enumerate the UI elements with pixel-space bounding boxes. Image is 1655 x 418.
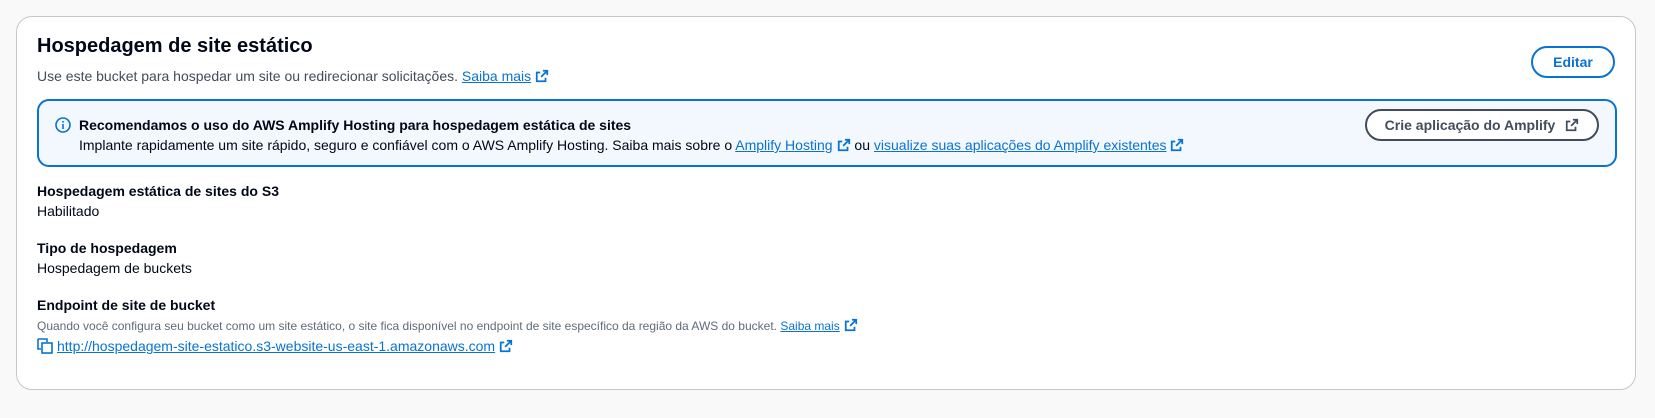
create-amplify-app-button[interactable]: Crie aplicação do Amplify <box>1365 109 1599 141</box>
alert-title: Recomendamos o uso do AWS Amplify Hostin… <box>79 117 632 133</box>
panel-description: Use este bucket para hospedar um site ou… <box>37 66 1615 86</box>
endpoint-description: Quando você configura seu bucket como um… <box>37 318 858 334</box>
endpoint-learn-more-link[interactable]: Saiba mais <box>780 319 839 333</box>
external-link-icon[interactable] <box>844 318 858 332</box>
hosting-type-value: Hospedagem de buckets <box>37 260 192 276</box>
endpoint-url-row: http://hospedagem-site-estatico.s3-websi… <box>37 336 858 356</box>
hosting-type-label: Tipo de hospedagem <box>37 240 177 256</box>
alert-body: Recomendamos o uso do AWS Amplify Hostin… <box>79 115 1184 155</box>
static-hosting-field: Hospedagem estática de sites do S3 Habil… <box>37 181 279 221</box>
static-hosting-panel: Hospedagem de site estático Use este buc… <box>16 16 1636 390</box>
static-hosting-value: Habilitado <box>37 203 100 219</box>
alert-text: Implante rapidamente um site rápido, seg… <box>79 135 1184 155</box>
alert-text-or: ou <box>854 137 870 153</box>
panel-description-text: Use este bucket para hospedar um site ou… <box>37 68 458 84</box>
copy-icon[interactable] <box>37 338 53 354</box>
alert-text-prefix: Implante rapidamente um site rápido, seg… <box>79 137 733 153</box>
static-hosting-label: Hospedagem estática de sites do S3 <box>37 183 279 199</box>
learn-more-link[interactable]: Saiba mais <box>462 68 531 84</box>
external-link-icon[interactable] <box>499 339 513 353</box>
endpoint-description-text: Quando você configura seu bucket como um… <box>37 319 777 333</box>
endpoint-field: Endpoint de site de bucket Quando você c… <box>37 295 858 356</box>
amplify-apps-link[interactable]: visualize suas aplicações do Amplify exi… <box>874 137 1167 153</box>
info-icon <box>55 117 71 133</box>
edit-button[interactable]: Editar <box>1531 46 1615 78</box>
panel-header: Hospedagem de site estático Use este buc… <box>37 32 1615 86</box>
amplify-hosting-link[interactable]: Amplify Hosting <box>735 137 832 153</box>
learn-more-label: Saiba mais <box>461 68 532 84</box>
create-amplify-app-label: Crie aplicação do Amplify <box>1384 117 1556 133</box>
external-link-icon[interactable] <box>837 138 851 152</box>
hosting-type-field: Tipo de hospedagem Hospedagem de buckets <box>37 238 192 278</box>
panel-title: Hospedagem de site estático <box>37 35 313 57</box>
amplify-info-alert: Recomendamos o uso do AWS Amplify Hostin… <box>37 99 1617 167</box>
external-link-icon <box>1566 118 1579 132</box>
endpoint-label: Endpoint de site de bucket <box>37 297 216 313</box>
external-link-icon[interactable] <box>1170 138 1184 152</box>
external-link-icon[interactable] <box>535 69 549 83</box>
endpoint-url-link[interactable]: http://hospedagem-site-estatico.s3-websi… <box>57 338 495 354</box>
